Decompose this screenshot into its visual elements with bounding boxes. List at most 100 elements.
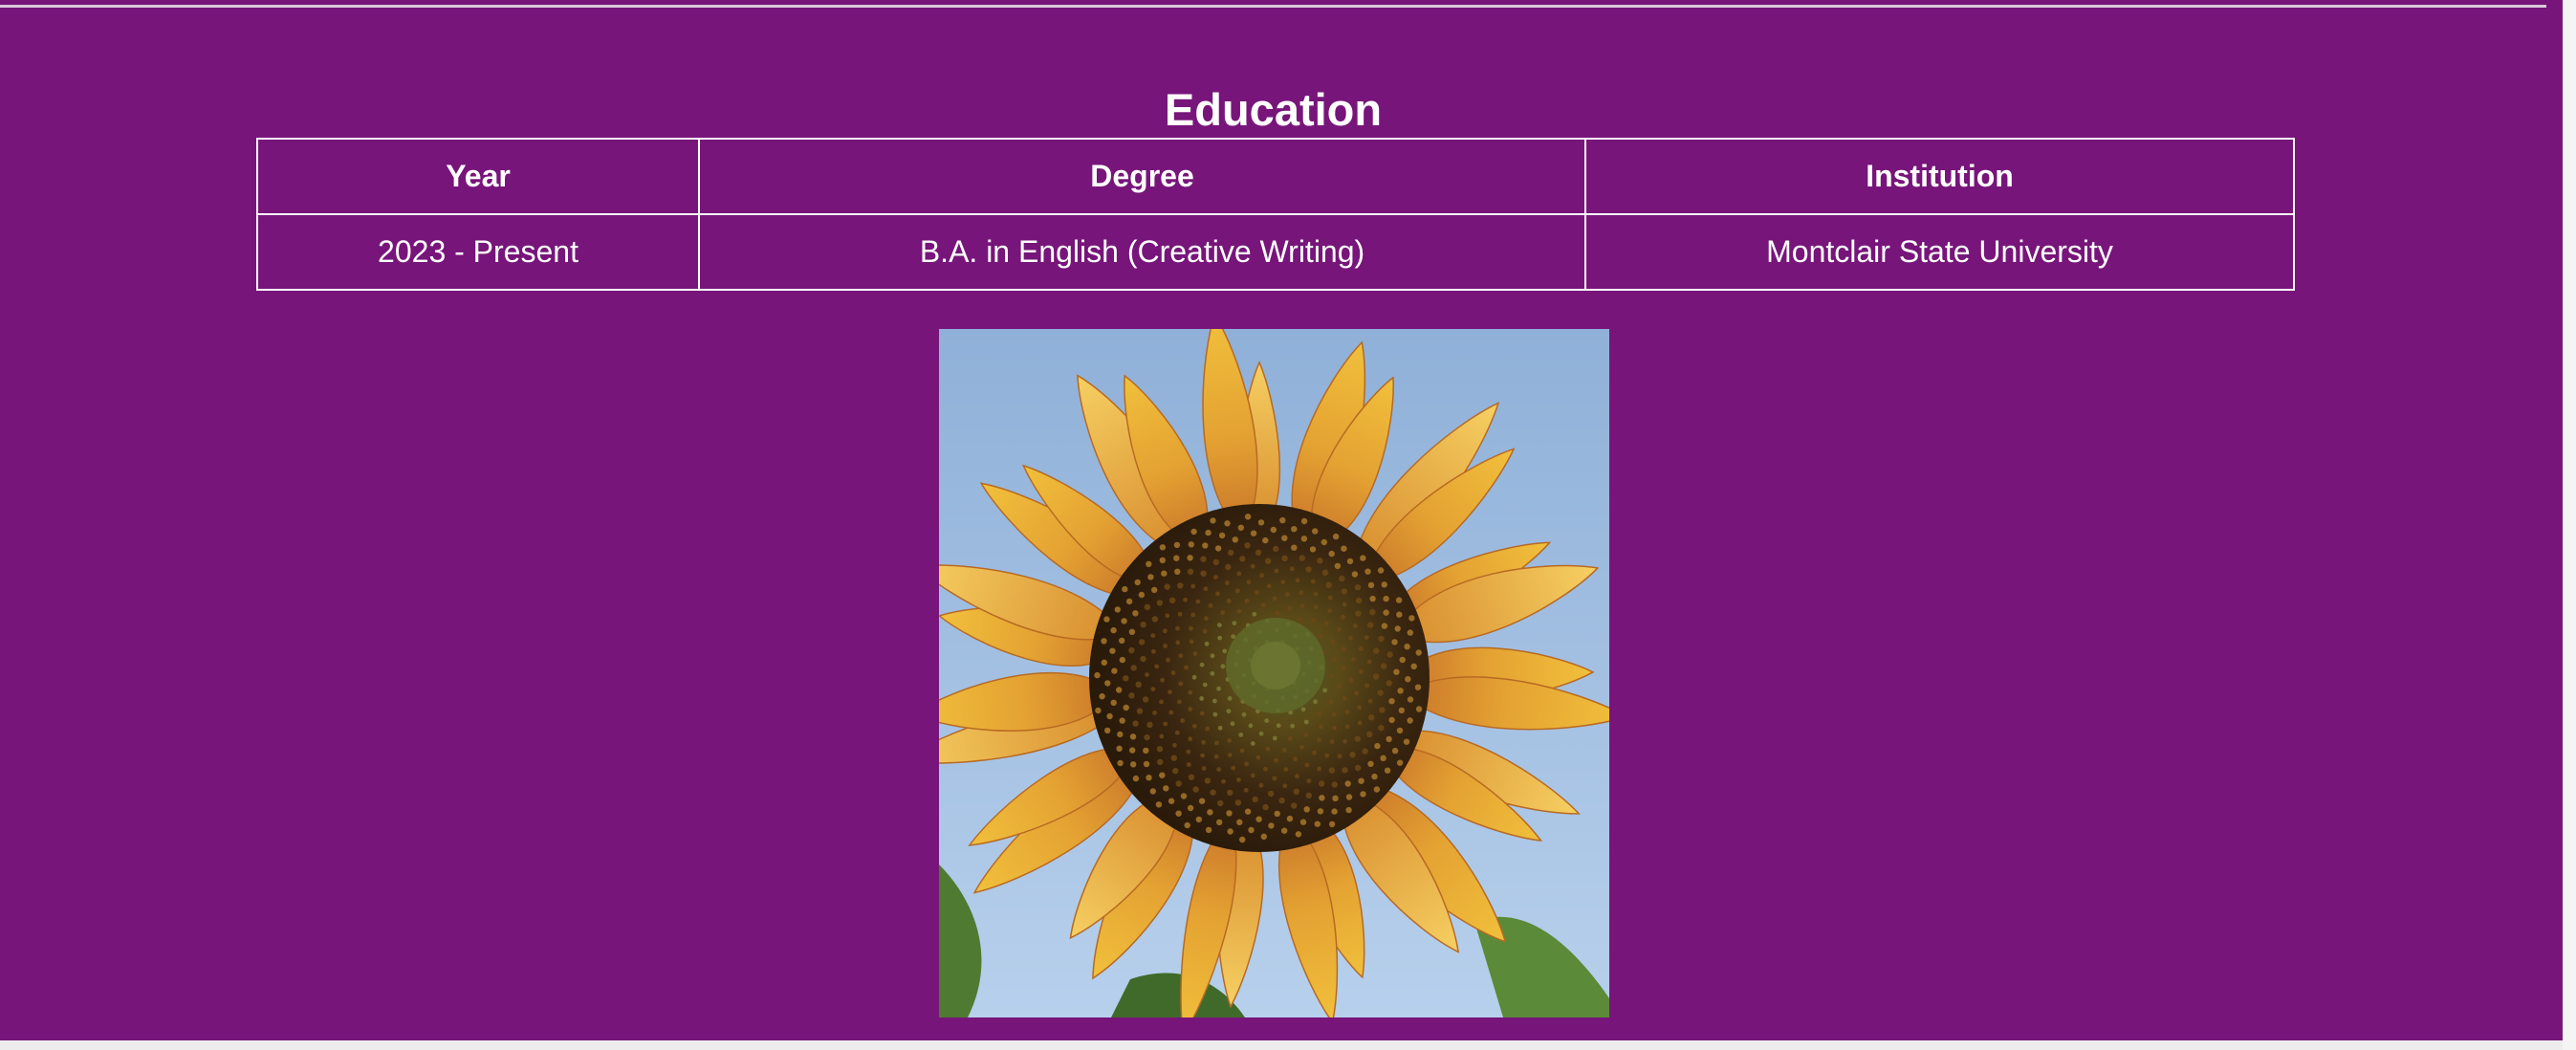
sunflower-seed (1248, 723, 1254, 729)
sunflower-seed (1299, 745, 1304, 750)
sunflower-seed (1244, 808, 1252, 815)
sunflower-seed (1252, 796, 1258, 803)
sunflower-seed (1291, 526, 1298, 533)
sunflower-seed (1358, 646, 1364, 651)
sunflower-seed (1238, 733, 1244, 737)
sunflower-seed (1222, 648, 1228, 654)
sunflower-seed (1150, 633, 1156, 639)
sunflower-seed (1383, 609, 1389, 616)
sunflower-seed (1173, 555, 1180, 561)
sunflower-seed (1236, 608, 1242, 614)
sunflower-seed (1388, 698, 1395, 705)
table-row: 2023 - Present B.A. in English (Creative… (256, 213, 2295, 291)
sunflower-seed (1396, 759, 1404, 766)
sunflower-seed (1300, 517, 1308, 525)
sunflower-seed (1325, 581, 1332, 588)
sunflower-seed (1213, 754, 1219, 759)
sunflower-seed (1184, 821, 1190, 829)
sunflower-seed (1386, 735, 1392, 743)
sunflower-seed (1175, 640, 1181, 645)
sunflower-seed (1212, 558, 1219, 566)
sunflower-seed (1143, 760, 1150, 768)
sunflower-seed (1367, 622, 1374, 628)
sunflower-seed (1202, 542, 1209, 549)
sunflower-seed (1213, 575, 1218, 580)
sunflower-seed (1104, 680, 1111, 687)
sunflower-seed (1312, 750, 1317, 755)
sunflower-seed (1246, 580, 1252, 585)
sunflower-seed (1103, 616, 1110, 623)
sunflower-seed (1403, 738, 1410, 745)
scrollbar-track[interactable] (2563, 0, 2576, 1050)
sunflower-seed (1156, 746, 1164, 753)
sunflower-seed (1116, 745, 1123, 752)
sunflower-seed (1255, 755, 1261, 760)
sunflower-seed (1130, 665, 1137, 671)
sunflower-seed (1369, 608, 1376, 616)
sunflower-seed (1250, 563, 1255, 569)
sunflower-seed (1319, 795, 1325, 801)
sunflower-seed (1217, 725, 1223, 731)
sunflower-seed (1187, 568, 1194, 575)
sunflower-seed (1195, 599, 1201, 604)
sunflower-seed (1140, 655, 1146, 663)
sunflower-seed (1121, 618, 1127, 624)
sunflower-seed (1125, 598, 1133, 605)
sunflower-seed (1391, 639, 1398, 645)
sunflower-seed (1157, 758, 1164, 766)
sunflower-seed (1272, 735, 1277, 741)
sunflower-seed (1274, 568, 1279, 574)
sunflower-seed (1175, 780, 1182, 787)
sunflower-seed (1321, 538, 1327, 546)
column-header-degree: Degree (698, 138, 1586, 215)
sunflower-seed (1220, 664, 1226, 669)
sunflower-seed (1334, 562, 1342, 570)
sunflower-seed (1099, 693, 1105, 700)
sunflower-seed (1205, 826, 1212, 834)
sunflower-seed (1287, 605, 1292, 611)
sunflower-seed (1346, 558, 1354, 565)
sunflower-seed (1215, 591, 1220, 597)
sunflower-seed (1266, 583, 1272, 589)
sunflower-seed (1172, 742, 1177, 748)
sunflower-seed (1270, 526, 1277, 534)
sunflower-seed (1236, 777, 1241, 782)
sunflower-seed (1367, 760, 1374, 767)
sunflower-seed (1377, 689, 1384, 696)
sunflower-seed (1321, 569, 1329, 576)
sunflower-seed (1114, 606, 1121, 613)
sunflower-seed (1188, 689, 1193, 695)
sunflower-seed (1244, 761, 1249, 767)
sunflower-seed (1354, 735, 1361, 742)
sunflower-seed (1329, 739, 1335, 745)
sunflower-seed (1393, 668, 1400, 675)
sunflower-seed (1192, 723, 1197, 729)
sunflower-seed (1257, 519, 1265, 526)
sunflower-seed (1337, 684, 1342, 689)
sunflower-seed (1293, 788, 1299, 795)
sunflower-seed (1358, 777, 1364, 784)
sunflower-seed (1327, 608, 1332, 613)
sunflower-seed (1210, 671, 1215, 676)
sunflower-seed (1328, 550, 1335, 558)
sunflower-seed (1178, 653, 1184, 658)
sunflower-seed (1177, 611, 1183, 617)
sunflower-seed (1101, 638, 1107, 645)
sunflower-seed (1188, 774, 1195, 780)
sunflower-seed (1198, 798, 1206, 804)
sunflower-seed (1396, 727, 1404, 734)
sunflower-seed (1357, 705, 1362, 711)
sunflower-seed (1298, 618, 1303, 623)
sunflower-seed (1205, 529, 1212, 536)
sunflower-seed (1260, 833, 1267, 840)
sunflower-seed (1317, 808, 1324, 815)
sunflower-seed (1151, 616, 1159, 623)
sunflower-seed (1408, 615, 1415, 622)
sunflower-seed (1377, 567, 1385, 574)
sunflower-seed (1138, 639, 1146, 645)
sunflower-seed (1188, 541, 1194, 548)
sunflower-seed (1290, 723, 1295, 729)
sunflower-seed (1109, 647, 1116, 654)
sunflower-seed (1151, 648, 1156, 654)
sunflower-seed (1217, 799, 1224, 807)
